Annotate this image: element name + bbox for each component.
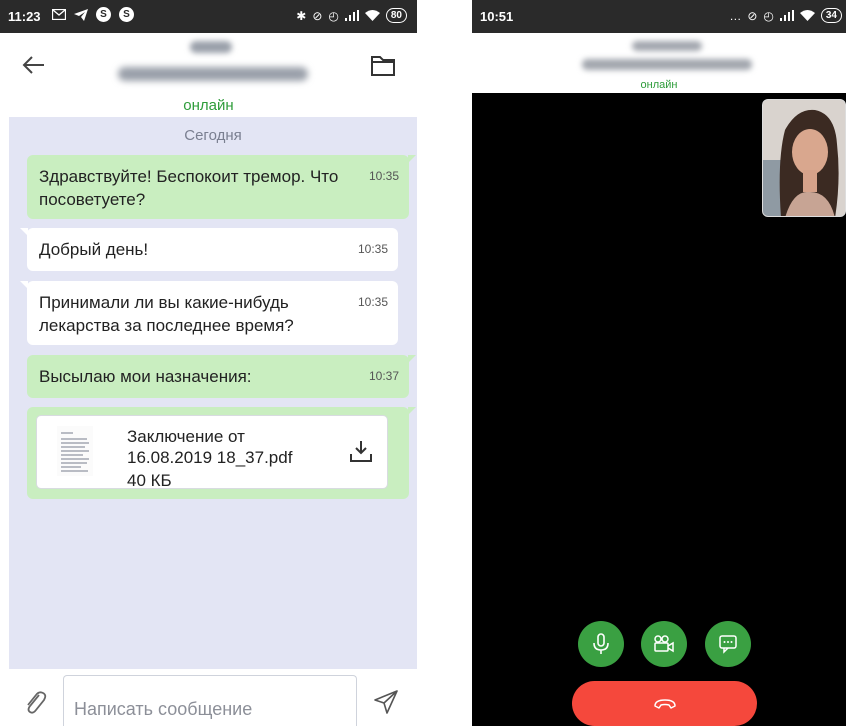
date-divider: Сегодня	[184, 127, 242, 144]
hang-up-icon	[653, 698, 676, 709]
folder-icon[interactable]	[369, 53, 397, 79]
bluetooth-icon: ✱	[296, 8, 307, 23]
file-name: Заключение от 16.08.2019 18_37.pdf	[127, 427, 293, 467]
hang-up-button[interactable]	[572, 681, 757, 726]
battery-level: 80	[385, 8, 407, 23]
message-composer	[0, 669, 417, 726]
video-camera-icon	[654, 635, 674, 653]
self-video-preview[interactable]	[762, 99, 846, 217]
message-input[interactable]	[63, 675, 357, 726]
call-header: онлайн	[472, 33, 846, 93]
paperclip-icon[interactable]	[22, 689, 48, 715]
message-time: 10:35	[357, 295, 388, 309]
message-text: Принимали ли вы какие-нибудь лекарства з…	[39, 293, 294, 335]
microphone-icon	[593, 633, 609, 654]
message-time: 10:35	[357, 242, 388, 256]
back-arrow-icon[interactable]	[20, 51, 48, 79]
telegram-icon	[74, 8, 88, 21]
message-outgoing[interactable]: Высылаю мои назначения: 10:37	[27, 355, 416, 398]
wifi-icon	[364, 10, 380, 21]
microphone-button[interactable]	[578, 621, 624, 667]
status-bar: 10:51 … ⊘ ◴ 34	[472, 0, 846, 33]
chat-icon	[719, 635, 737, 654]
chat-button[interactable]	[705, 621, 751, 667]
message-text: Здравствуйте! Беспокоит тремор. Что посо…	[39, 167, 339, 209]
video-call-screen: 10:51 … ⊘ ◴ 34 онлайн	[472, 0, 846, 726]
alarm-icon: ◴	[328, 8, 339, 23]
message-list[interactable]: Сегодня Здравствуйте! Беспокоит тремор. …	[9, 117, 417, 669]
mute-icon: ⊘	[747, 8, 758, 23]
bubble-tail	[408, 155, 416, 163]
signal-icon	[779, 10, 794, 21]
notification-icons: S S	[52, 7, 134, 22]
message-outgoing[interactable]: Здравствуйте! Беспокоит тремор. Что посо…	[27, 155, 416, 219]
caller-name-redacted	[582, 59, 752, 70]
message-incoming[interactable]: Принимали ли вы какие-нибудь лекарства з…	[20, 281, 398, 345]
message-text: Высылаю мои назначения:	[39, 367, 252, 386]
chat-header: онлайн	[0, 33, 417, 117]
status-time: 10:51	[480, 9, 514, 24]
chat-screen: 11:23 S S ✱ ⊘ ◴ 80 онлайн Сегодня Здравс…	[0, 0, 417, 726]
mail-icon	[52, 9, 66, 20]
battery-level: 34	[820, 8, 842, 23]
file-size: 40 КБ	[127, 471, 172, 489]
contact-title-redacted	[190, 41, 232, 53]
file-card[interactable]: Заключение от 16.08.2019 18_37.pdf 40 КБ	[36, 415, 388, 489]
alarm-icon: ◴	[763, 8, 774, 23]
status-bar: 11:23 S S ✱ ⊘ ◴ 80	[0, 0, 417, 33]
message-attachment[interactable]: Заключение от 16.08.2019 18_37.pdf 40 КБ	[27, 407, 416, 499]
caller-surname-redacted	[632, 41, 702, 51]
bubble-tail	[408, 407, 416, 415]
pdf-thumbnail	[57, 426, 93, 476]
contact-name-redacted	[118, 67, 308, 81]
bubble-tail	[20, 228, 28, 236]
download-icon[interactable]	[349, 438, 373, 464]
signal-icon	[344, 10, 359, 21]
bubble-tail	[20, 281, 28, 289]
bubble-tail	[408, 355, 416, 363]
message-text: Добрый день!	[39, 240, 149, 259]
caller-status: онлайн	[640, 79, 678, 91]
app-s-icon-2: S	[119, 7, 134, 22]
wifi-icon	[799, 10, 815, 21]
message-time: 10:37	[368, 369, 399, 383]
system-icons: ✱ ⊘ ◴ 80	[296, 8, 407, 23]
camera-button[interactable]	[641, 621, 687, 667]
send-icon[interactable]	[373, 689, 399, 715]
message-time: 10:35	[368, 169, 399, 183]
contact-status: онлайн	[183, 97, 234, 114]
more-notifications-icon: …	[729, 8, 742, 23]
system-icons: … ⊘ ◴ 34	[729, 8, 842, 23]
message-incoming[interactable]: Добрый день! 10:35	[20, 228, 398, 271]
mute-icon: ⊘	[312, 8, 323, 23]
status-time: 11:23	[8, 9, 41, 24]
caller-photo	[763, 100, 845, 216]
app-s-icon: S	[96, 7, 111, 22]
